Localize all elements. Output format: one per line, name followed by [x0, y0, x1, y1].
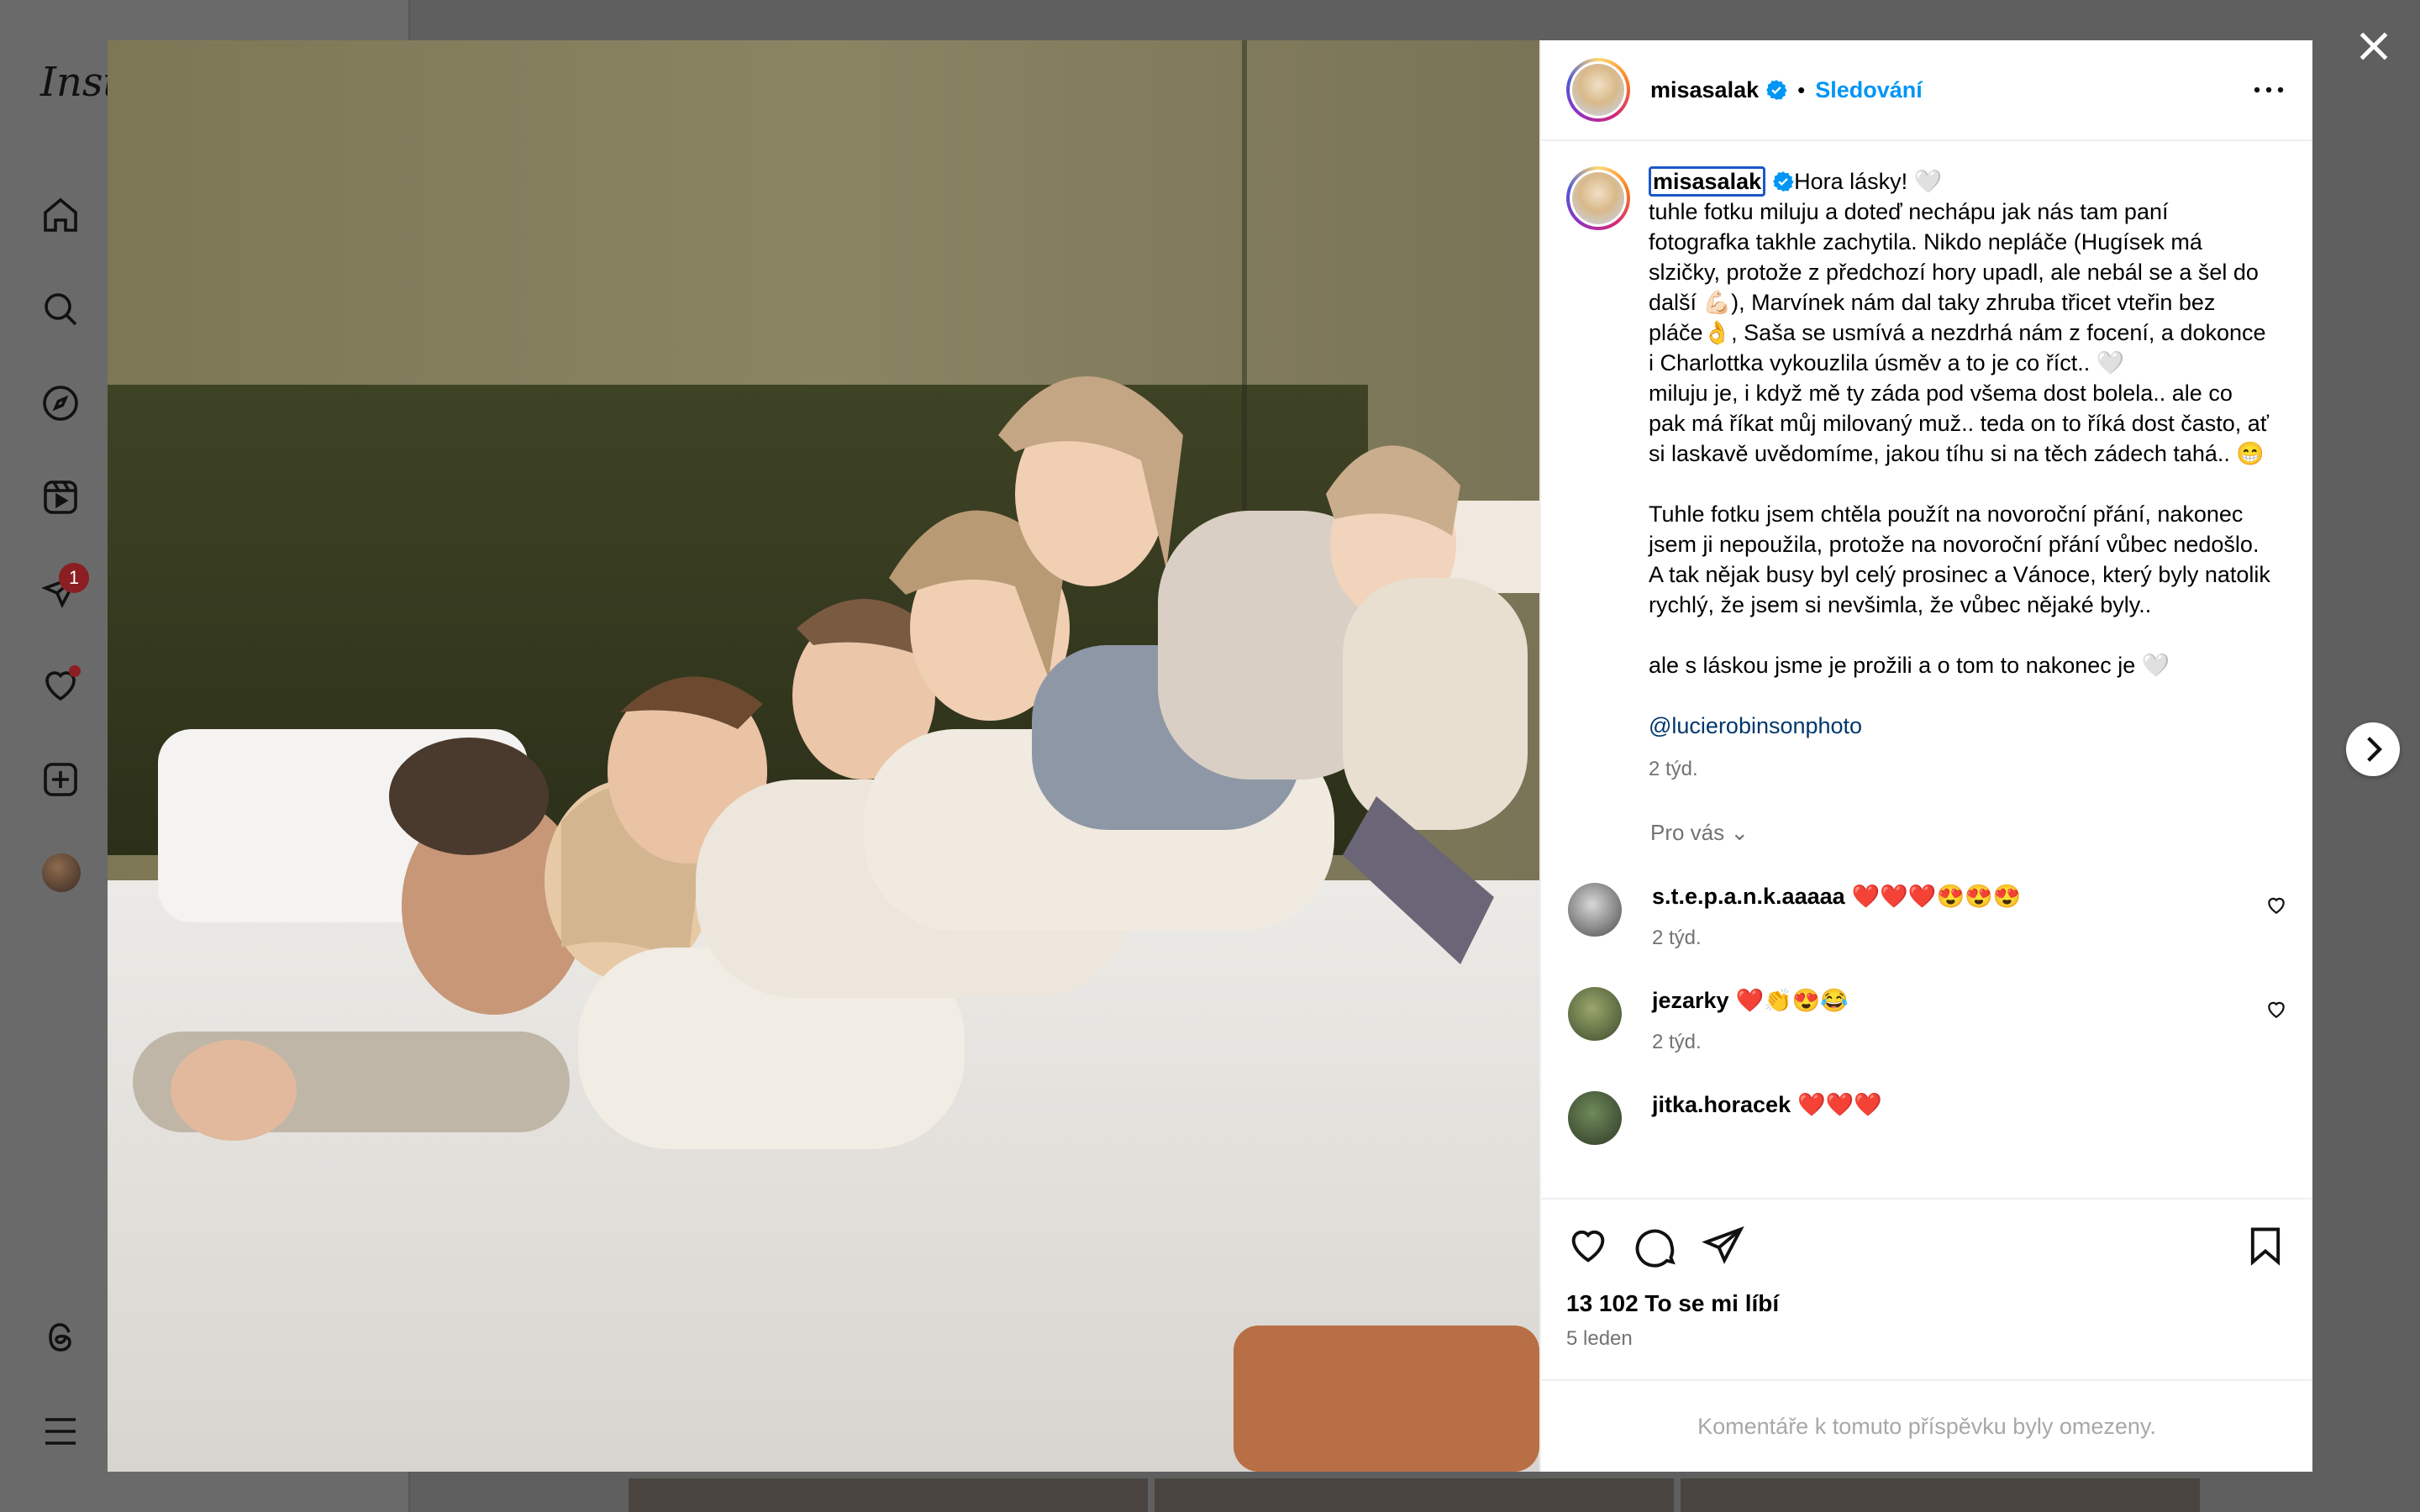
comment-username[interactable]: s.t.e.p.a.n.k.aaaaa [1652, 884, 1845, 909]
caption: misasalak Hora lásky! 🤍 tuhle fotku miluj… [1541, 141, 2312, 781]
comment-avatar[interactable] [1568, 883, 1622, 937]
comment-username[interactable]: jitka.horacek [1652, 1092, 1791, 1117]
notification-dot [69, 665, 81, 677]
post-sidebar: misasalak • Sledování misasalak Hora lásk… [1539, 40, 2312, 1472]
comments-limited-notice: Komentáře k tomuto příspěvku byly omezen… [1541, 1379, 2312, 1472]
chevron-down-icon: ⌄ [1730, 820, 1749, 845]
verified-icon [1765, 79, 1787, 101]
grid-thumbnail [629, 1478, 1148, 1512]
following-button[interactable]: Sledování [1815, 77, 1923, 103]
verified-icon [1772, 170, 1794, 192]
comment-text: ❤️👏😍😂 [1735, 988, 1849, 1013]
share-icon[interactable] [1701, 1224, 1744, 1268]
comment: jezarky ❤️👏😍😂 2 týd. [1541, 987, 2312, 1054]
explore-icon[interactable] [40, 383, 81, 423]
close-icon[interactable] [2353, 25, 2395, 67]
author-avatar[interactable] [1566, 58, 1630, 122]
caption-time[interactable]: 2 týd. [1649, 758, 2270, 781]
post-photo[interactable] [108, 40, 1539, 1472]
home-icon[interactable] [40, 195, 81, 235]
more-options-icon[interactable] [2249, 70, 2289, 110]
messages-badge: 1 [59, 563, 89, 593]
for-you-toggle[interactable]: Pro vás ⌄ [1650, 820, 2312, 846]
bookmark-icon[interactable] [2244, 1224, 2287, 1268]
profile-avatar[interactable] [42, 853, 81, 892]
post-header: misasalak • Sledování [1541, 40, 2312, 141]
comment-avatar[interactable] [1568, 987, 1622, 1041]
search-icon[interactable] [40, 289, 81, 329]
chevron-right-icon [2367, 737, 2383, 762]
comment-username[interactable]: jezarky [1652, 988, 1729, 1013]
comment: jitka.horacek ❤️❤️❤️ [1541, 1091, 2312, 1145]
grid-thumbnail [1681, 1478, 2200, 1512]
comment: s.t.e.p.a.n.k.aaaaa ❤️❤️❤️😍😍😍 2 týd. [1541, 883, 2312, 950]
comment-like-icon[interactable] [2265, 999, 2287, 1021]
mention-link[interactable]: @lucierobinsonphoto [1649, 713, 1862, 738]
comment-time[interactable]: 2 týd. [1652, 1031, 1849, 1054]
author-username[interactable]: misasalak [1650, 77, 1759, 103]
grid-thumbnail [1155, 1478, 1674, 1512]
comment-text: ❤️❤️❤️😍😍😍 [1851, 884, 2022, 909]
caption-username[interactable]: misasalak [1649, 166, 1766, 197]
separator-dot: • [1797, 76, 1806, 102]
comment-like-icon[interactable] [2265, 895, 2287, 916]
post-actions: 13 102 To se mi líbí 5 leden [1541, 1198, 2312, 1379]
post-date[interactable]: 5 leden [1566, 1327, 2287, 1351]
threads-icon[interactable] [40, 1317, 81, 1357]
reels-icon[interactable] [40, 477, 81, 517]
comments-scroll[interactable]: misasalak Hora lásky! 🤍 tuhle fotku miluj… [1541, 141, 2312, 1198]
caption-avatar[interactable] [1566, 166, 1630, 230]
comment-time[interactable]: 2 týd. [1652, 927, 2021, 950]
menu-icon[interactable] [40, 1411, 81, 1452]
comment-icon[interactable] [1634, 1224, 1677, 1268]
comment-text: ❤️❤️❤️ [1797, 1092, 1882, 1117]
likes-count[interactable]: 13 102 To se mi líbí [1566, 1290, 2287, 1317]
comment-avatar[interactable] [1568, 1091, 1622, 1145]
post-modal: misasalak • Sledování misasalak Hora lásk… [108, 40, 2312, 1472]
like-heart-icon[interactable] [1566, 1224, 1610, 1268]
background-grid [629, 1478, 2200, 1512]
create-icon[interactable] [40, 759, 81, 800]
next-post-button[interactable] [2346, 722, 2400, 776]
caption-text: misasalak Hora lásky! 🤍 tuhle fotku miluj… [1649, 166, 2270, 741]
caption-body: Hora lásky! 🤍 tuhle fotku miluju a doteď… [1649, 169, 2270, 678]
for-you-label: Pro vás [1650, 820, 1725, 845]
